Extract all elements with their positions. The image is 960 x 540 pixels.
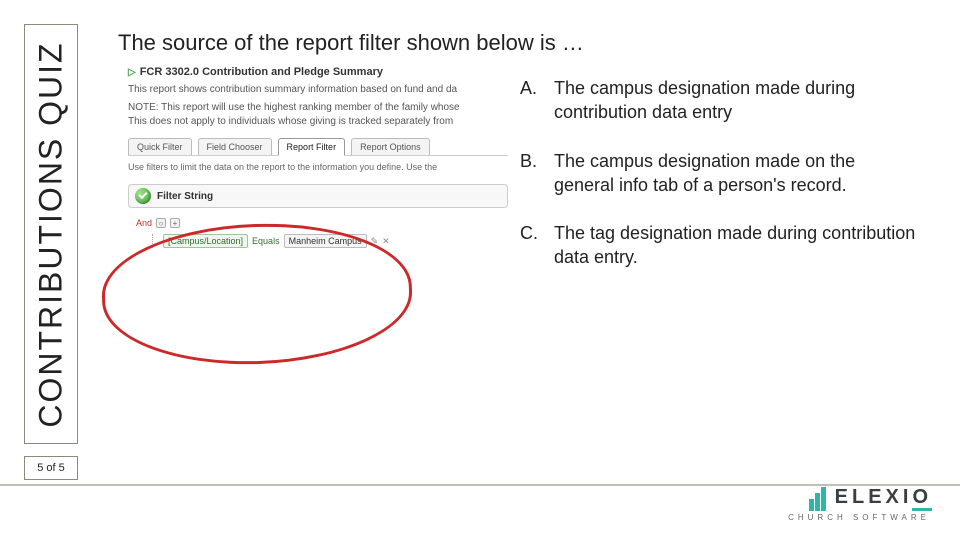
answer-option-b[interactable]: B. The campus designation made on the ge…: [520, 149, 920, 198]
filter-hint: Use filters to limit the data on the rep…: [128, 162, 508, 172]
logo-word-main: ELEXI: [835, 486, 913, 508]
check-circle-icon: [135, 188, 151, 204]
elexio-logo: ELEXIO CHURCH SOFTWARE: [732, 478, 932, 528]
answer-text: The campus designation made on the gener…: [554, 149, 920, 198]
tab-quick-filter[interactable]: Quick Filter: [128, 138, 192, 155]
tab-report-filter[interactable]: Report Filter: [278, 138, 346, 155]
report-note-line2: This does not apply to individuals whose…: [128, 116, 453, 127]
report-note: NOTE: This report will use the highest r…: [128, 101, 508, 128]
filter-operator[interactable]: Equals: [252, 236, 280, 246]
question-text: The source of the report filter shown be…: [118, 30, 584, 56]
sidebar-tag-box: CONTRIBUTIONS QUIZ: [24, 24, 78, 444]
add-group-icon[interactable]: ○: [156, 218, 166, 228]
report-note-line1: NOTE: This report will use the highest r…: [128, 102, 460, 113]
logo-bars-icon: [809, 485, 827, 511]
answer-letter: C.: [520, 221, 542, 270]
expand-triangle-icon: ▷: [128, 67, 136, 78]
filter-string-label: Filter String: [157, 191, 213, 202]
pager: 5 of 5: [24, 456, 78, 480]
logo-main: ELEXIO: [809, 485, 932, 511]
report-description: This report shows contribution summary i…: [128, 84, 508, 95]
filter-string-header: Filter String: [128, 184, 508, 208]
filter-and-row: And ○ +: [136, 218, 508, 228]
edit-condition-icon[interactable]: ✎: [371, 236, 379, 247]
pager-text: 5 of 5: [37, 462, 65, 474]
logo-word: ELEXIO: [835, 486, 932, 509]
answer-text: The tag designation made during contribu…: [554, 221, 920, 270]
filter-value-chip[interactable]: Manheim Campus: [284, 234, 367, 248]
answer-letter: B.: [520, 149, 542, 198]
filter-condition-row: [Campus/Location] Equals Manheim Campus …: [152, 234, 508, 248]
tab-field-chooser[interactable]: Field Chooser: [198, 138, 272, 155]
filter-field-chip[interactable]: [Campus/Location]: [163, 234, 248, 248]
answer-text: The campus designation made during contr…: [554, 76, 920, 125]
add-condition-icon[interactable]: +: [170, 218, 180, 228]
filter-tree: And ○ + [Campus/Location] Equals Manheim…: [136, 218, 508, 248]
answer-option-c[interactable]: C. The tag designation made during contr…: [520, 221, 920, 270]
remove-condition-icon[interactable]: ✕: [382, 236, 390, 247]
answer-option-a[interactable]: A. The campus designation made during co…: [520, 76, 920, 125]
logo-word-accent: O: [912, 486, 932, 508]
answer-letter: A.: [520, 76, 542, 125]
answer-list: A. The campus designation made during co…: [520, 76, 920, 294]
report-title: FCR 3302.0 Contribution and Pledge Summa…: [140, 66, 383, 78]
filter-and-label: And: [136, 218, 152, 228]
report-title-row: ▷ FCR 3302.0 Contribution and Pledge Sum…: [128, 66, 508, 78]
tab-report-options[interactable]: Report Options: [351, 138, 430, 155]
report-screenshot: ▷ FCR 3302.0 Contribution and Pledge Sum…: [128, 66, 508, 366]
sidebar-tag: CONTRIBUTIONS QUIZ: [33, 41, 70, 427]
report-tabs: Quick Filter Field Chooser Report Filter…: [128, 138, 508, 156]
logo-subtitle: CHURCH SOFTWARE: [788, 513, 930, 522]
